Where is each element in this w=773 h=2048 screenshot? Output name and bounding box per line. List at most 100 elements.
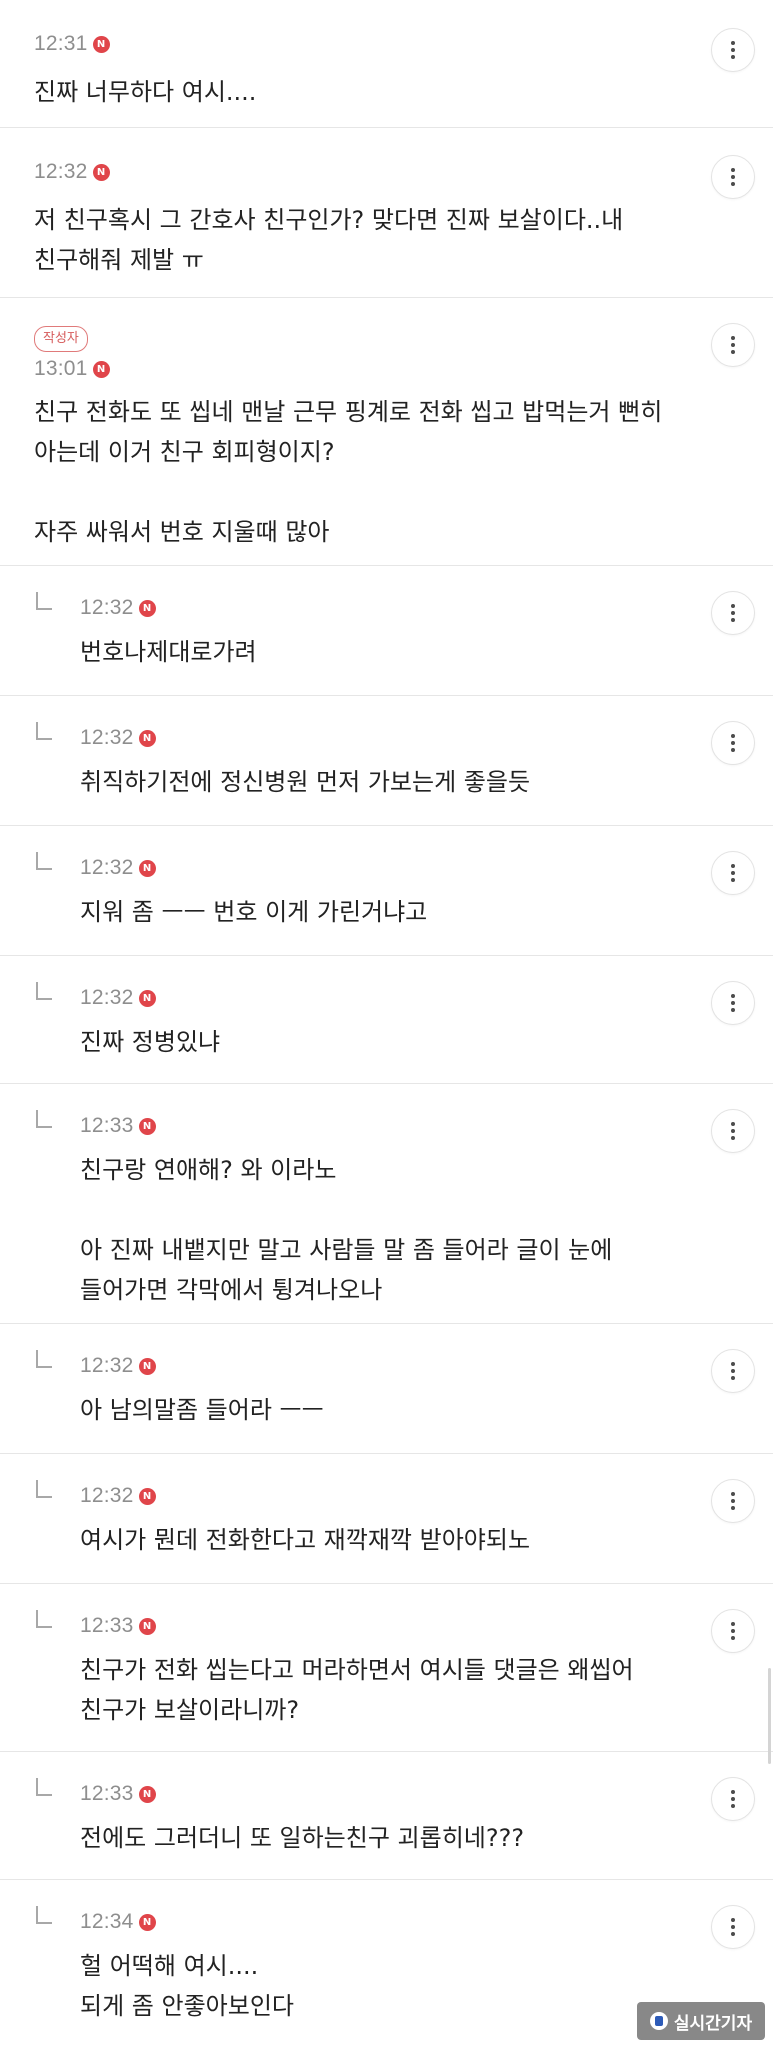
author-badge: 작성자 bbox=[34, 326, 88, 352]
comment-text: 여시가 뭔데 전화한다고 재깍재깍 받아야되노 bbox=[80, 1526, 531, 1554]
new-badge-icon: N bbox=[138, 1913, 156, 1931]
comment-time: 12:33 bbox=[80, 1114, 134, 1137]
more-options-button[interactable] bbox=[711, 851, 755, 895]
new-badge-icon: N bbox=[138, 729, 156, 747]
new-badge-icon: N bbox=[92, 360, 110, 378]
more-vertical-icon bbox=[731, 994, 735, 1012]
comment-meta: 12:32 N bbox=[80, 984, 156, 1012]
reply-arrow-icon bbox=[36, 1110, 52, 1128]
new-badge-icon: N bbox=[138, 1785, 156, 1803]
more-options-button[interactable] bbox=[711, 981, 755, 1025]
comment-time: 12:31 bbox=[34, 32, 88, 55]
more-options-button[interactable] bbox=[711, 323, 755, 367]
more-options-button[interactable] bbox=[711, 1777, 755, 1821]
comment-text: 번호나제대로가려 bbox=[80, 638, 257, 666]
comment-time: 12:32 bbox=[80, 986, 134, 1009]
comment-time: 12:33 bbox=[80, 1614, 134, 1637]
comment-meta: 12:32 N bbox=[80, 1482, 156, 1510]
comment-text: 취직하기전에 정신병원 먼저 가보는게 좋을듯 bbox=[80, 768, 531, 796]
comment-text: 저 친구혹시 그 간호사 친구인가? 맞다면 진짜 보살이다..내 친구해줘 제… bbox=[34, 206, 624, 274]
comment-text: 친구랑 연애해? 와 이라노 아 진짜 내뱉지만 말고 사람들 말 좀 들어라 … bbox=[80, 1156, 613, 1304]
reply-item: 12:32 N 아 남의말좀 들어라 ㅡㅡ bbox=[0, 1324, 773, 1454]
new-badge-icon: N bbox=[138, 1617, 156, 1635]
comment-time: 12:33 bbox=[80, 1782, 134, 1805]
watermark-logo-icon bbox=[649, 2012, 668, 2030]
reply-arrow-icon bbox=[36, 1350, 52, 1368]
more-vertical-icon bbox=[731, 1918, 735, 1936]
comment-text: 진짜 너무하다 여시.... bbox=[34, 78, 257, 106]
more-options-button[interactable] bbox=[711, 721, 755, 765]
reply-arrow-icon bbox=[36, 592, 52, 610]
comment-text: 헐 어떡해 여시.... 되게 좀 안좋아보인다 bbox=[80, 1952, 294, 2020]
more-vertical-icon bbox=[731, 734, 735, 752]
more-options-button[interactable] bbox=[711, 1905, 755, 1949]
reply-arrow-icon bbox=[36, 1778, 52, 1796]
reply-item: 12:32 N 지워 좀 ㅡㅡ 번호 이게 가린거냐고 bbox=[0, 826, 773, 956]
more-vertical-icon bbox=[731, 864, 735, 882]
comment-list: 12:31 N 진짜 너무하다 여시.... 12:32 N 저 친구혹시 그 … bbox=[0, 0, 773, 2048]
comment-text: 지워 좀 ㅡㅡ 번호 이게 가린거냐고 bbox=[80, 898, 428, 926]
comment-meta: 12:33 N bbox=[80, 1112, 156, 1140]
comment-time: 12:32 bbox=[80, 596, 134, 619]
reply-item: 12:33 N 전에도 그러더니 또 일하는친구 괴롭히네??? bbox=[0, 1752, 773, 1880]
more-vertical-icon bbox=[731, 1122, 735, 1140]
reply-item: 12:33 N 친구랑 연애해? 와 이라노 아 진짜 내뱉지만 말고 사람들 … bbox=[0, 1084, 773, 1324]
new-badge-icon: N bbox=[138, 1117, 156, 1135]
scrollbar[interactable] bbox=[768, 1668, 771, 1764]
comment-meta: 12:32 N bbox=[34, 158, 110, 186]
comment-text: 친구 전화도 또 씹네 맨날 근무 핑계로 전화 씹고 밥먹는거 뻔히 아는데 … bbox=[34, 398, 663, 546]
comment-item: 12:31 N 진짜 너무하다 여시.... bbox=[0, 0, 773, 128]
reply-item: 12:33 N 친구가 전화 씹는다고 머라하면서 여시들 댓글은 왜씹어 친구… bbox=[0, 1584, 773, 1752]
more-vertical-icon bbox=[731, 604, 735, 622]
comment-time: 12:32 bbox=[80, 726, 134, 749]
watermark: 실시간기자 bbox=[637, 2002, 765, 2040]
new-badge-icon: N bbox=[138, 859, 156, 877]
comment-meta: 12:33 N bbox=[80, 1780, 156, 1808]
more-options-button[interactable] bbox=[711, 591, 755, 635]
new-badge-icon: N bbox=[92, 35, 110, 53]
comment-time: 12:34 bbox=[80, 1910, 134, 1933]
comment-meta: 12:31 N bbox=[34, 30, 110, 58]
comment-text: 진짜 정병있냐 bbox=[80, 1028, 221, 1056]
comment-meta: 12:33 N bbox=[80, 1612, 156, 1640]
comment-time: 12:32 bbox=[80, 856, 134, 879]
more-vertical-icon bbox=[731, 168, 735, 186]
comment-meta: 13:01 N bbox=[34, 355, 110, 383]
new-badge-icon: N bbox=[92, 163, 110, 181]
reply-item: 12:32 N 여시가 뭔데 전화한다고 재깍재깍 받아야되노 bbox=[0, 1454, 773, 1584]
comment-meta: 12:34 N bbox=[80, 1908, 156, 1936]
reply-arrow-icon bbox=[36, 852, 52, 870]
comment-meta: 12:32 N bbox=[80, 594, 156, 622]
reply-arrow-icon bbox=[36, 1610, 52, 1628]
watermark-text: 실시간기자 bbox=[673, 2013, 753, 2034]
new-badge-icon: N bbox=[138, 1357, 156, 1375]
more-vertical-icon bbox=[731, 1622, 735, 1640]
reply-arrow-icon bbox=[36, 982, 52, 1000]
more-vertical-icon bbox=[731, 1790, 735, 1808]
comment-text: 전에도 그러더니 또 일하는친구 괴롭히네??? bbox=[80, 1824, 525, 1852]
reply-item: 12:32 N 번호나제대로가려 bbox=[0, 566, 773, 696]
comment-text: 아 남의말좀 들어라 ㅡㅡ bbox=[80, 1396, 324, 1424]
more-options-button[interactable] bbox=[711, 1609, 755, 1653]
comment-meta: 12:32 N bbox=[80, 1352, 156, 1380]
comment-time: 12:32 bbox=[80, 1354, 134, 1377]
comment-item: 12:32 N 저 친구혹시 그 간호사 친구인가? 맞다면 진짜 보살이다..… bbox=[0, 128, 773, 298]
comment-time: 12:32 bbox=[34, 160, 88, 183]
reply-arrow-icon bbox=[36, 1480, 52, 1498]
comment-text: 친구가 전화 씹는다고 머라하면서 여시들 댓글은 왜씹어 친구가 보살이라니까… bbox=[80, 1656, 634, 1724]
new-badge-icon: N bbox=[138, 599, 156, 617]
more-vertical-icon bbox=[731, 41, 735, 59]
more-vertical-icon bbox=[731, 1492, 735, 1510]
more-options-button[interactable] bbox=[711, 28, 755, 72]
reply-item: 12:32 N 진짜 정병있냐 bbox=[0, 956, 773, 1084]
comment-meta: 12:32 N bbox=[80, 724, 156, 752]
comment-meta: 12:32 N bbox=[80, 854, 156, 882]
more-options-button[interactable] bbox=[711, 1479, 755, 1523]
more-options-button[interactable] bbox=[711, 1349, 755, 1393]
reply-arrow-icon bbox=[36, 722, 52, 740]
comment-item: 13:01 N 친구 전화도 또 씹네 맨날 근무 핑계로 전화 씹고 밥먹는거… bbox=[0, 298, 773, 566]
new-badge-icon: N bbox=[138, 1487, 156, 1505]
reply-item: 12:32 N 취직하기전에 정신병원 먼저 가보는게 좋을듯 bbox=[0, 696, 773, 826]
more-options-button[interactable] bbox=[711, 1109, 755, 1153]
more-options-button[interactable] bbox=[711, 155, 755, 199]
